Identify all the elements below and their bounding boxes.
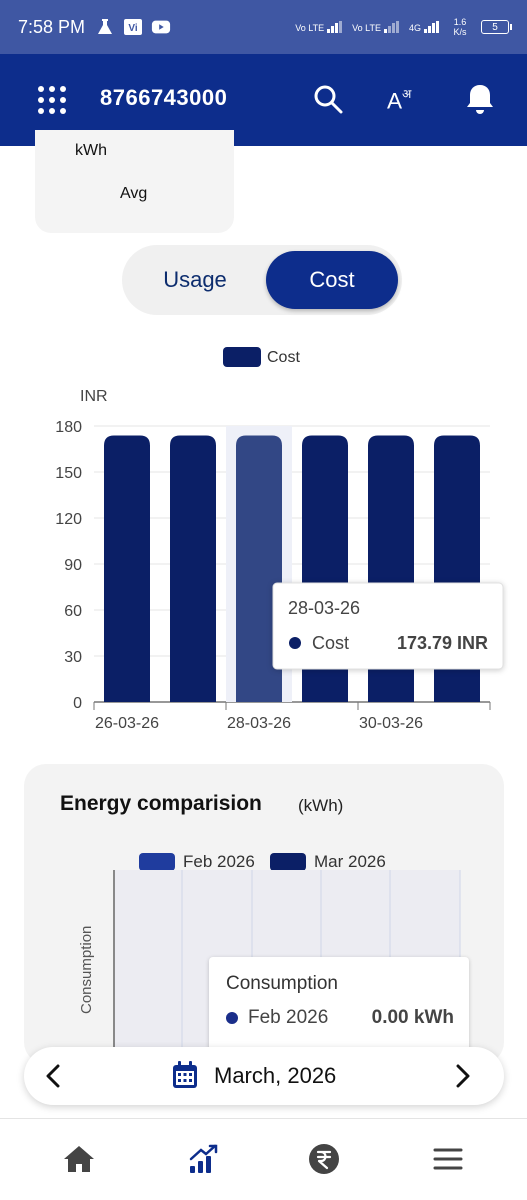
energy-y-axis-label: Consumption [78, 925, 95, 1014]
menu-icon[interactable] [430, 1141, 466, 1177]
calendar-icon[interactable] [172, 1061, 198, 1089]
y-axis-label: INR [80, 388, 108, 405]
cost-toggle-button[interactable]: Cost [266, 251, 398, 309]
y-tick-label: 180 [55, 419, 82, 436]
energy-comparison-card: Energy comparision (kWh) Feb 2026 Mar 20… [24, 764, 504, 1064]
sim1-signal-icon: Vo LTE [295, 21, 343, 33]
notification-bell-icon[interactable] [464, 82, 496, 116]
summary-unit: kWh [75, 142, 107, 159]
energy-tooltip-title: Consumption [226, 973, 338, 994]
status-bar: 7:58 PM Vi Vo LTE Vo LTE 4G 1.6 K/s 5 [0, 0, 527, 54]
tooltip-date: 28-03-26 [288, 598, 360, 618]
tooltip-series: Cost [312, 633, 349, 653]
average-summary-card: kWh Avg [35, 130, 234, 233]
network-speed: 1.6 K/s [453, 17, 467, 37]
account-number: 8766743000 [100, 85, 228, 110]
x-tick-label: 28-03-26 [227, 715, 291, 732]
rupee-icon[interactable] [306, 1141, 342, 1177]
sim2-signal-icon: Vo LTE [352, 21, 399, 33]
network-4g-icon: 4G [409, 21, 439, 33]
home-icon[interactable] [61, 1141, 97, 1177]
cost-chart-svg: Cost INR 0 30 60 90 120 150 180 26-03-26 28-03-… [55, 347, 504, 732]
tooltip-dot [289, 637, 301, 649]
y-tick-label: 120 [55, 511, 82, 528]
search-icon[interactable] [312, 82, 344, 116]
y-tick-label: 90 [64, 557, 82, 574]
summary-avg-label: Avg [120, 185, 148, 202]
legend-cost-swatch [223, 347, 261, 367]
energy-tooltip-value: 0.00 kWh [371, 1007, 454, 1028]
tooltip-value: 173.79 INR [397, 633, 488, 653]
battery-icon: 5 [481, 20, 512, 34]
next-month-button[interactable] [448, 1061, 478, 1091]
bottom-navigation [0, 1118, 527, 1200]
svg-text:अ: अ [402, 87, 412, 101]
apps-grid-icon[interactable] [38, 86, 66, 114]
status-time: 7:58 PM [18, 16, 86, 37]
svg-text:A: A [387, 88, 403, 113]
vi-app-icon: Vi [123, 18, 143, 36]
youtube-icon [151, 18, 171, 36]
x-tick-label: 26-03-26 [95, 715, 159, 732]
svg-text:Vi: Vi [128, 23, 137, 34]
x-tick-label: 30-03-26 [359, 715, 423, 732]
month-navigator: March, 2026 [24, 1047, 504, 1105]
current-month-label: March, 2026 [214, 1063, 337, 1088]
usage-cost-toggle: Usage Cost [122, 245, 402, 315]
legend-cost-label: Cost [267, 349, 300, 366]
flask-icon [95, 18, 115, 36]
y-tick-label: 60 [64, 603, 82, 620]
energy-tooltip-dot [226, 1012, 238, 1024]
y-tick-label: 0 [73, 695, 82, 712]
energy-tooltip-label: Feb 2026 [248, 1007, 329, 1028]
cost-bar[interactable] [170, 435, 216, 702]
cost-chart: Cost INR 0 30 60 90 120 150 180 26-03-26 28-03-… [0, 330, 527, 750]
chart-tooltip: 28-03-26 Cost 173.79 INR [272, 582, 504, 670]
usage-toggle-button[interactable]: Usage [128, 251, 262, 309]
y-tick-label: 150 [55, 465, 82, 482]
energy-tooltip-row: Feb 2026 0.00 kWh [226, 1007, 454, 1029]
language-icon[interactable]: Aअ [386, 82, 418, 116]
prev-month-button[interactable] [38, 1061, 68, 1091]
cost-bar[interactable] [104, 435, 150, 702]
usage-chart-icon[interactable] [185, 1141, 221, 1177]
y-tick-label: 30 [64, 649, 82, 666]
